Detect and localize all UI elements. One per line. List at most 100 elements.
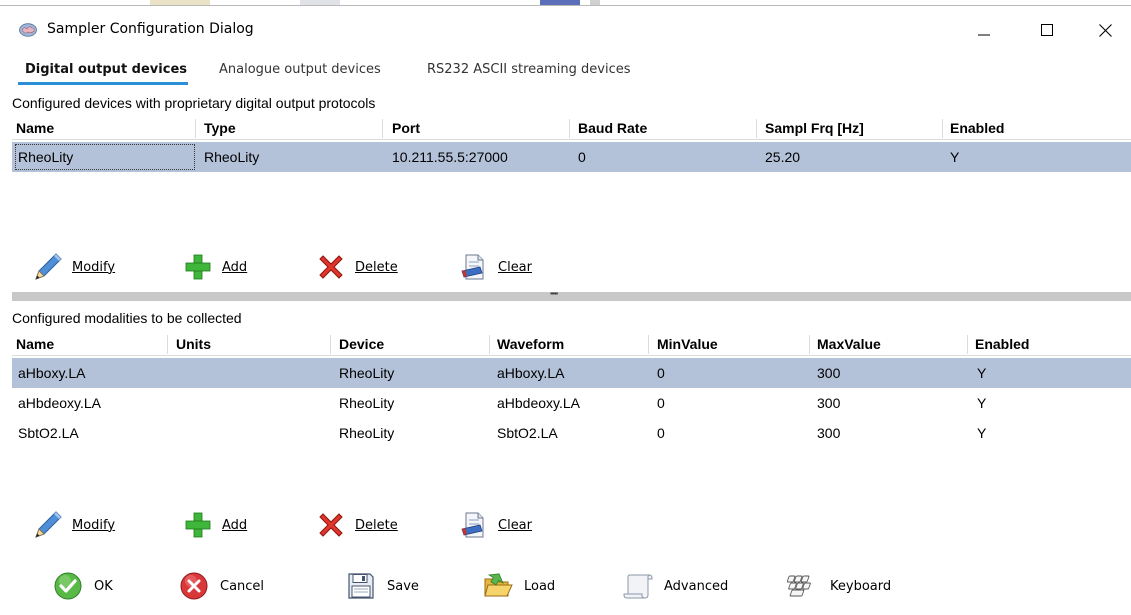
brain-icon [19,23,37,37]
plus-icon [180,249,216,285]
checkmark-icon [50,568,86,604]
pencil-icon [30,507,66,543]
tab-analogue-output-devices[interactable]: Analogue output devices [219,62,381,77]
column-header-waveform[interactable]: Waveform [497,336,564,352]
window-title: Sampler Configuration Dialog [47,21,254,37]
cell-device: RheoLity [339,425,395,441]
cell-waveform: aHbdeoxy.LA [497,395,581,411]
minimize-button[interactable] [955,6,1013,54]
floppy-disk-icon [343,568,379,604]
modalities-modify-button[interactable]: Modify [30,505,115,545]
close-icon [1098,23,1112,37]
modalities-table-header: Name Units Device Waveform MinValue MaxV… [12,332,1131,356]
delete-x-icon [313,507,349,543]
cell-enabled: Y [950,149,960,165]
title-bar[interactable]: Sampler Configuration Dialog [0,6,1131,54]
column-header-enabled[interactable]: Enabled [975,336,1029,352]
cell-baud-rate: 0 [578,149,586,165]
cell-device: RheoLity [339,365,395,381]
load-button[interactable]: Load [480,566,555,606]
pencil-icon [30,249,66,285]
devices-delete-button[interactable]: Delete [313,247,398,287]
table-row[interactable]: aHboxy.LA RheoLity aHboxy.LA 0 300 Y [12,358,1131,388]
folder-open-icon [480,568,516,604]
devices-toolbar: Modify Add Delete Clear [0,247,1131,287]
modalities-modify-label: Modify [72,517,116,533]
keyboard-button[interactable]: Keyboard [786,566,891,606]
column-header-units[interactable]: Units [176,336,211,352]
modalities-caption: Configured modalities to be collected [12,310,242,326]
cell-name: aHbdeoxy.LA [18,395,102,411]
splitter-grip: '''''''''' [550,291,558,301]
column-header-baud-rate[interactable]: Baud Rate [578,120,647,136]
keyboard-icon [786,568,822,604]
column-header-minvalue[interactable]: MinValue [657,336,718,352]
cell-minvalue: 0 [657,425,665,441]
minimize-icon [978,34,990,36]
cell-minvalue: 0 [657,395,665,411]
cell-name: aHboxy.LA [18,365,86,381]
devices-clear-button[interactable]: Clear [456,247,532,287]
dialog-action-bar: OK Cancel Save Load Advanced Keyboard [0,566,1131,606]
column-header-maxvalue[interactable]: MaxValue [817,336,881,352]
pane-splitter[interactable]: '''''''''' [12,292,1131,301]
table-row[interactable]: RheoLity RheoLity 10.211.55.5:27000 0 25… [12,142,1131,172]
close-button[interactable] [1076,6,1131,54]
save-button[interactable]: Save [343,566,419,606]
ok-button[interactable]: OK [50,566,113,606]
devices-add-button[interactable]: Add [180,247,247,287]
dialog-window: Sampler Configuration Dialog Digital out… [0,5,1131,615]
load-label: Load [524,578,556,594]
clear-document-icon [456,507,492,543]
ok-label: OK [94,578,113,594]
column-header-name[interactable]: Name [16,120,54,136]
devices-modify-label: Modify [72,259,116,275]
tab-rs232-ascii-streaming-devices[interactable]: RS232 ASCII streaming devices [427,62,631,77]
modalities-add-label: Add [222,517,248,533]
cell-waveform: aHboxy.LA [497,365,565,381]
column-header-device[interactable]: Device [339,336,384,352]
save-label: Save [387,578,419,594]
modalities-clear-button[interactable]: Clear [456,505,532,545]
clear-document-icon [456,249,492,285]
cancel-x-icon [176,568,212,604]
cell-maxvalue: 300 [817,395,841,411]
column-header-name[interactable]: Name [16,336,54,352]
keyboard-label: Keyboard [830,578,892,594]
table-row[interactable]: SbtO2.LA RheoLity SbtO2.LA 0 300 Y [12,418,1131,448]
cell-port: 10.211.55.5:27000 [392,149,508,165]
advanced-button[interactable]: Advanced [620,566,728,606]
modalities-toolbar: Modify Add Delete Clear [0,505,1131,545]
cell-maxvalue: 300 [817,365,841,381]
cell-name: SbtO2.LA [18,425,79,441]
modalities-add-button[interactable]: Add [180,505,247,545]
cell-device: RheoLity [339,395,395,411]
modalities-delete-button[interactable]: Delete [313,505,398,545]
column-header-type[interactable]: Type [204,120,236,136]
devices-add-label: Add [222,259,248,275]
devices-table-header: Name Type Port Baud Rate Sampl Frq [Hz] … [12,116,1131,140]
delete-x-icon [313,249,349,285]
cancel-label: Cancel [220,578,265,594]
column-header-port[interactable]: Port [392,120,420,136]
maximize-button[interactable] [1018,6,1076,54]
devices-delete-label: Delete [355,259,398,275]
scroll-icon [620,568,656,604]
maximize-icon [1041,24,1053,36]
cancel-button[interactable]: Cancel [176,566,264,606]
column-header-enabled[interactable]: Enabled [950,120,1004,136]
cell-enabled: Y [977,395,987,411]
devices-caption: Configured devices with proprietary digi… [12,95,376,111]
cell-enabled: Y [977,365,987,381]
modalities-clear-label: Clear [498,517,532,533]
column-header-sampl-frq[interactable]: Sampl Frq [Hz] [765,120,864,136]
devices-clear-label: Clear [498,259,532,275]
table-row[interactable]: aHbdeoxy.LA RheoLity aHbdeoxy.LA 0 300 Y [12,388,1131,418]
modalities-delete-label: Delete [355,517,398,533]
devices-modify-button[interactable]: Modify [30,247,115,287]
active-tab-indicator [18,82,188,85]
tab-digital-output-devices[interactable]: Digital output devices [25,62,187,77]
advanced-label: Advanced [664,578,729,594]
cell-sampl-frq: 25.20 [765,149,801,165]
cell-type: RheoLity [204,149,260,165]
